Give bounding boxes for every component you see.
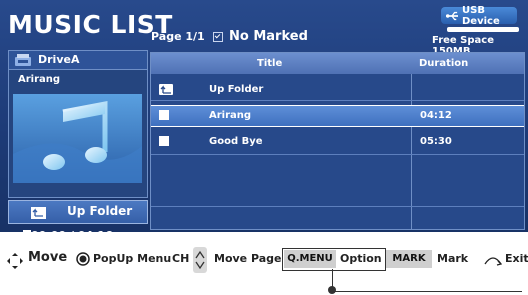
navigation-arrows-icon [7,253,23,269]
callout-line [332,291,522,292]
usb-device-badge: USB Device [441,4,517,27]
popup-menu-label: PopUp Menu [93,252,172,265]
drive-header: DriveA [9,51,147,70]
column-title: Title [257,58,283,69]
list-item-title: Up Folder [209,84,264,95]
exit-icon [484,257,502,266]
ch-label: CH [172,252,190,265]
drive-name: DriveA [38,53,80,66]
channel-updown-icon [193,247,207,273]
row-divider [151,154,524,155]
row-divider [151,100,524,101]
file-list: Title Duration Up Folder Arirang 04:12 G… [150,52,525,230]
up-folder-label: Up Folder [67,204,133,218]
checkbox[interactable] [159,110,169,120]
callout-dot [328,286,336,294]
free-space-bar [447,27,519,32]
page-title: MUSIC LIST [8,10,173,39]
mark-button[interactable]: MARK [386,250,432,268]
up-folder-icon [159,84,173,95]
mark-check-icon [213,32,223,42]
list-item-good-bye[interactable]: Good Bye 05:30 [151,131,524,153]
stop-icon [23,230,31,238]
current-song: Arirang [18,74,61,85]
drive-icon [15,54,31,66]
list-item-arirang[interactable]: Arirang 04:12 [151,105,524,127]
qmenu-button[interactable]: Q.MENU [284,250,336,268]
up-folder-icon [31,207,46,219]
playback-time: 00:00 / 04:16 [23,229,113,242]
list-item-title: Arirang [209,110,252,121]
move-page-label: Move Page [214,252,282,265]
usb-icon [446,11,458,20]
column-duration: Duration [419,58,469,69]
button-guide: Move PopUp Menu CH Move Page Option Mark… [0,246,528,276]
up-folder-button[interactable]: Up Folder [8,200,148,224]
usb-device-label: USB Device [462,4,500,27]
list-item-duration: 05:30 [420,136,452,147]
exit-label: Exit [505,252,528,265]
move-label: Move [28,250,68,265]
page-indicator: Page 1/1 [151,30,205,43]
now-playing-panel: DriveA Arirang 00:00 / 04:16 [8,50,148,242]
list-item-title: Good Bye [209,136,263,147]
checkbox[interactable] [159,136,169,146]
ok-button-icon [76,252,90,266]
row-divider [151,206,524,207]
music-list-panel: MUSIC LIST Page 1/1 No Marked USB Device… [0,0,528,242]
mark-label: Mark [437,252,469,265]
marked-status: No Marked [229,29,308,44]
list-item-up-folder[interactable]: Up Folder [151,79,524,101]
list-item-duration: 04:12 [420,110,452,121]
list-header: Title Duration [151,53,524,74]
music-note-icon [13,94,142,183]
